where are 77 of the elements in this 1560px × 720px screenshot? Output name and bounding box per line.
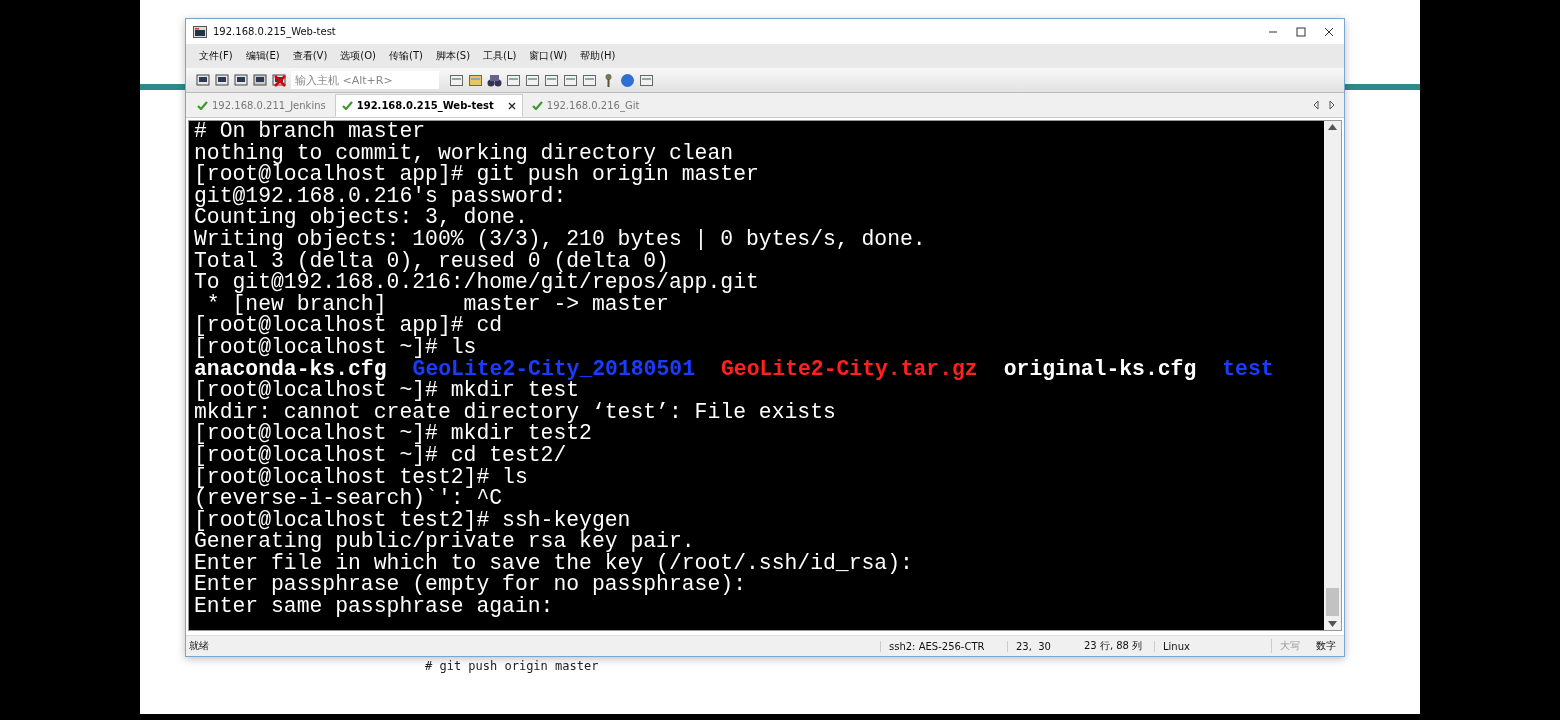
terminal-line: Writing objects: 100% (3/3), 210 bytes | 0 bytes/s, done. (194, 228, 927, 251)
checkmark-icon (341, 101, 353, 110)
terminal-line: Generating public/private rsa key pair. (194, 531, 695, 553)
os-status: Linux (1154, 640, 1271, 652)
terminal-line: [root@localhost ~]# ls (194, 336, 477, 359)
toolbar-icon[interactable] (525, 72, 540, 88)
cursor-position: 23, 30 (1007, 640, 1076, 652)
scrollbar[interactable] (1324, 121, 1341, 630)
connection-icon[interactable] (234, 72, 249, 88)
menu-item[interactable]: 查看(V) (292, 49, 328, 63)
terminal-size: 23 行, 88 列 (1083, 639, 1144, 653)
cipher-status: ssh2: AES-256-CTR (880, 640, 1007, 652)
scroll-right-icon[interactable] (1328, 100, 1336, 110)
scroll-up-icon[interactable] (1328, 124, 1337, 130)
file-name: anaconda-ks.cfg (194, 358, 387, 381)
terminal-line: [root@localhost ~]# mkdir test2 (194, 423, 593, 445)
scrollbar-thumb[interactable] (1326, 588, 1339, 616)
terminal-app-icon (193, 24, 207, 39)
file-name: original-ks.cfg (1003, 358, 1197, 381)
file-name: test (1222, 358, 1274, 381)
session-tab[interactable]: 192.168.0.215_Web-test (334, 94, 523, 117)
terminal-line: [root@localhost test2]# ssh-keygen (194, 509, 632, 532)
terminal-line: # On branch master (194, 121, 427, 143)
scroll-left-icon[interactable] (1312, 100, 1320, 110)
terminal-line: * [new branch] master -> master (206, 293, 669, 316)
terminal-line: (reverse-i-search)`': ^C (194, 488, 504, 510)
terminal-line: nothing to commit, working directory clean (194, 142, 735, 165)
session-tab[interactable]: 192.168.0.216_Git (524, 94, 647, 117)
maximize-icon[interactable] (1296, 26, 1306, 37)
connection-icon[interactable] (196, 72, 211, 88)
menu-item[interactable]: 窗口(W) (529, 49, 568, 63)
terminal-line: Enter same passphrase again: (194, 596, 555, 618)
file-name: GeoLite2-City.tar.gz (720, 358, 978, 381)
file-name: GeoLite2-City_20180501 (412, 358, 695, 381)
connection-icon[interactable] (253, 72, 268, 88)
menu-item[interactable]: 脚本(S) (435, 49, 471, 63)
menu-item[interactable]: 文件(F) (199, 49, 233, 63)
toolbar-icon[interactable] (582, 72, 597, 88)
connection-icon[interactable] (215, 72, 230, 88)
checkmark-icon (531, 101, 543, 110)
toolbar-icon[interactable] (449, 72, 464, 88)
host-input-field[interactable]: 输入主机 <Alt+R> (291, 71, 439, 89)
terminal-line: [root@localhost ~]# cd test2/ (194, 444, 568, 467)
caps-lock-indicator: 大写 (1271, 639, 1308, 653)
toolbar-icon[interactable] (506, 72, 521, 88)
terminal-line: Counting objects: 3, done. (194, 207, 528, 229)
menu-item[interactable]: 工具(L) (483, 49, 517, 63)
menu-item[interactable]: 传输(T) (389, 49, 423, 63)
terminal-line: [root@localhost test2]# ls (194, 466, 529, 489)
menu-item[interactable]: 帮助(H) (580, 49, 616, 63)
toolbar-icon[interactable] (563, 72, 578, 88)
toolbar-icon[interactable] (639, 72, 654, 88)
terminal-line: [root@localhost app]# git push origin master (194, 164, 760, 186)
help-icon[interactable] (620, 72, 635, 88)
toolbar-icon[interactable] (468, 72, 483, 88)
menu-item[interactable]: 编辑(E) (245, 49, 280, 63)
binoculars-icon[interactable] (487, 72, 502, 88)
checkmark-icon (197, 101, 208, 110)
slide-text: # git push origin master (425, 659, 599, 673)
scroll-down-icon[interactable] (1328, 621, 1337, 627)
terminal-line: Total 3 (delta 0), reused 0 (delta 0) (194, 250, 669, 273)
num-lock-indicator: 数字 (1315, 639, 1337, 653)
menu-item[interactable]: 选项(O) (340, 49, 377, 63)
disconnect-icon[interactable] (272, 72, 287, 88)
terminal-line: mkdir: cannot create directory ‘test’: File exists (194, 401, 837, 424)
toolbar-icon[interactable] (544, 72, 559, 88)
terminal-line: Enter file in which to save the key (/root/.ssh/id_rsa): (194, 552, 914, 575)
close-icon[interactable] (507, 101, 516, 110)
terminal-line: [root@localhost app]# cd (194, 315, 504, 337)
terminal-line: To git@192.168.0.216:/home/git/repos/app.git (194, 272, 760, 294)
terminal-line: [root@localhost ~]# mkdir test (194, 380, 580, 402)
terminal-line: git@192.168.0.216's password: (194, 185, 567, 208)
terminal-line: Enter passphrase (empty for no passphrase): (194, 574, 746, 597)
close-icon[interactable] (1324, 26, 1334, 37)
session-tab[interactable]: 192.168.0.211_Jenkins (190, 94, 333, 117)
status-text: 就绪 (188, 639, 210, 653)
window-title: 192.168.0.215_Web-test (213, 26, 336, 37)
